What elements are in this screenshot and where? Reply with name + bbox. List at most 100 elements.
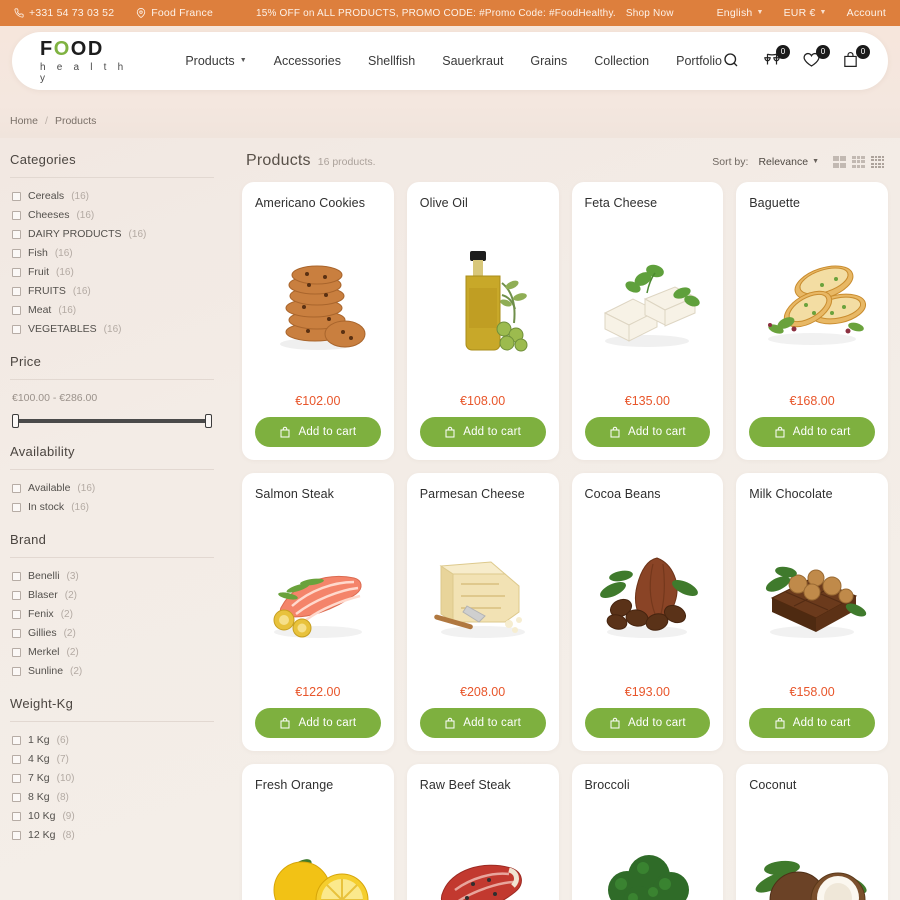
filter-option-7kg[interactable]: 7 Kg (10) [10, 768, 214, 787]
phone-contact[interactable]: +331 54 73 03 52 [14, 7, 114, 19]
breadcrumb: Home / Products [0, 104, 900, 138]
checkbox[interactable] [12, 792, 21, 802]
shop-now-link[interactable]: Shop Now [626, 8, 674, 19]
nav-item-grains[interactable]: Grains [530, 54, 567, 68]
filter-option-fruit[interactable]: Fruit (16) [10, 262, 214, 281]
view-toggle-three-column[interactable] [852, 155, 865, 169]
nav-item-collection[interactable]: Collection [594, 54, 649, 68]
filter-option-8kg[interactable]: 8 Kg (8) [10, 787, 214, 806]
slider-handle-max[interactable] [205, 414, 212, 428]
compare-scales-icon[interactable]: 0 [762, 45, 790, 71]
store-location[interactable]: Food France [136, 7, 213, 19]
chevron-down-icon: ▼ [756, 8, 764, 16]
add-to-cart-button[interactable]: Add to cart [584, 708, 711, 738]
currency-selector[interactable]: EUR € ▼ [784, 7, 827, 19]
checkbox[interactable] [12, 210, 21, 220]
filter-option-benelli[interactable]: Benelli (3) [10, 566, 214, 585]
filter-title-weight: Weight-Kg [10, 696, 74, 711]
filter-option-12kg[interactable]: 12 Kg (8) [10, 825, 214, 844]
filter-option-dairy-products[interactable]: DAIRY PRODUCTS (16) [10, 224, 214, 243]
checkbox[interactable] [12, 324, 21, 334]
checkbox[interactable] [12, 647, 21, 657]
product-card[interactable]: Baguette €168.00 Add to cart [736, 182, 888, 460]
nav-item-shellfish[interactable]: Shellfish [368, 54, 415, 68]
filter-option-fish[interactable]: Fish (16) [10, 243, 214, 262]
breadcrumb-home[interactable]: Home [10, 115, 38, 127]
checkbox[interactable] [12, 666, 21, 676]
add-to-cart-button[interactable]: Add to cart [749, 417, 875, 447]
site-logo[interactable]: FOOD h e a l t h y [40, 39, 137, 84]
filter-option-count: (3) [66, 570, 79, 582]
filter-option-in-stock[interactable]: In stock (16) [10, 497, 214, 516]
nav-item-portfolio[interactable]: Portfolio [676, 54, 722, 68]
slider-handle-min[interactable] [12, 414, 19, 428]
product-card[interactable]: Americano Cookies €102.00 Add to cart [242, 182, 394, 460]
filter-option-label: 4 Kg [28, 753, 50, 765]
filter-option-cheeses[interactable]: Cheeses (16) [10, 205, 214, 224]
checkbox[interactable] [12, 248, 21, 258]
account-link[interactable]: Account [847, 7, 886, 19]
filter-option-label: Cheeses [28, 209, 70, 221]
checkbox[interactable] [12, 571, 21, 581]
add-to-cart-button[interactable]: Add to cart [419, 417, 546, 447]
filter-option-blaser[interactable]: Blaser (2) [10, 585, 214, 604]
filter-option-count: (16) [103, 323, 122, 335]
product-card[interactable]: Olive Oil €108.00 Add to cart [406, 182, 559, 460]
filter-option-vegetables[interactable]: VEGETABLES (16) [10, 319, 214, 338]
add-to-cart-button[interactable]: Add to cart [584, 417, 711, 447]
language-selector[interactable]: English ▼ [717, 7, 764, 19]
checkbox[interactable] [12, 628, 21, 638]
checkbox[interactable] [12, 735, 21, 745]
product-card[interactable]: Feta Cheese €135.00 Add to cart [571, 182, 724, 460]
nav-item-sauerkraut[interactable]: Sauerkraut [442, 54, 503, 68]
heart-icon[interactable]: 0 [802, 45, 830, 71]
product-card[interactable]: Milk Chocolate €158.00 Add to cart [736, 473, 888, 751]
checkbox[interactable] [12, 305, 21, 315]
filter-option-fruits[interactable]: FRUITS (16) [10, 281, 214, 300]
checkbox[interactable] [12, 286, 21, 296]
checkbox[interactable] [12, 830, 21, 840]
filter-option-merkel[interactable]: Merkel (2) [10, 642, 214, 661]
price-range-slider[interactable] [12, 414, 212, 428]
add-to-cart-button[interactable]: Add to cart [749, 708, 875, 738]
filter-option-label: Meat [28, 304, 52, 316]
add-to-cart-button[interactable]: Add to cart [255, 417, 381, 447]
filter-option-fenix[interactable]: Fenix (2) [10, 604, 214, 623]
checkbox[interactable] [12, 502, 21, 512]
product-card[interactable]: Fresh Orange [242, 764, 394, 900]
filter-option-gillies[interactable]: Gillies (2) [10, 623, 214, 642]
filter-option-count: (9) [62, 810, 75, 822]
product-card[interactable]: Cocoa Beans €193.00 Add to cart [571, 473, 724, 751]
filter-option-available[interactable]: Available (16) [10, 478, 214, 497]
chevron-down-icon: ▼ [819, 8, 827, 16]
product-card[interactable]: Raw Beef Steak [406, 764, 559, 900]
search-icon[interactable] [722, 51, 742, 71]
filter-option-sunline[interactable]: Sunline (2) [10, 661, 214, 680]
checkbox[interactable] [12, 773, 21, 783]
product-card[interactable]: Parmesan Cheese €208.00 Add to cart [406, 473, 559, 751]
nav-item-products[interactable]: Products ▼ [185, 54, 246, 68]
checkbox[interactable] [12, 590, 21, 600]
filter-option-4kg[interactable]: 4 Kg (7) [10, 749, 214, 768]
filter-option-cereals[interactable]: Cereals (16) [10, 186, 214, 205]
checkbox[interactable] [12, 229, 21, 239]
add-to-cart-button[interactable]: Add to cart [419, 708, 546, 738]
filter-option-meat[interactable]: Meat (16) [10, 300, 214, 319]
checkbox[interactable] [12, 267, 21, 277]
add-to-cart-button[interactable]: Add to cart [255, 708, 381, 738]
product-card[interactable]: Salmon Steak €122.00 Add to cart [242, 473, 394, 751]
view-toggle-four-column[interactable] [871, 155, 884, 169]
checkbox[interactable] [12, 191, 21, 201]
nav-item-accessories[interactable]: Accessories [274, 54, 341, 68]
checkbox[interactable] [12, 754, 21, 764]
checkbox[interactable] [12, 609, 21, 619]
checkbox[interactable] [12, 811, 21, 821]
sort-by-dropdown[interactable]: Relevance ▼ [758, 156, 819, 168]
checkbox[interactable] [12, 483, 21, 493]
filter-option-1kg[interactable]: 1 Kg (6) [10, 730, 214, 749]
product-card[interactable]: Broccoli [571, 764, 724, 900]
view-toggle-two-column[interactable] [833, 155, 846, 169]
shopping-bag-icon[interactable]: 0 [842, 45, 870, 71]
product-card[interactable]: Coconut [736, 764, 888, 900]
filter-option-10kg[interactable]: 10 Kg (9) [10, 806, 214, 825]
